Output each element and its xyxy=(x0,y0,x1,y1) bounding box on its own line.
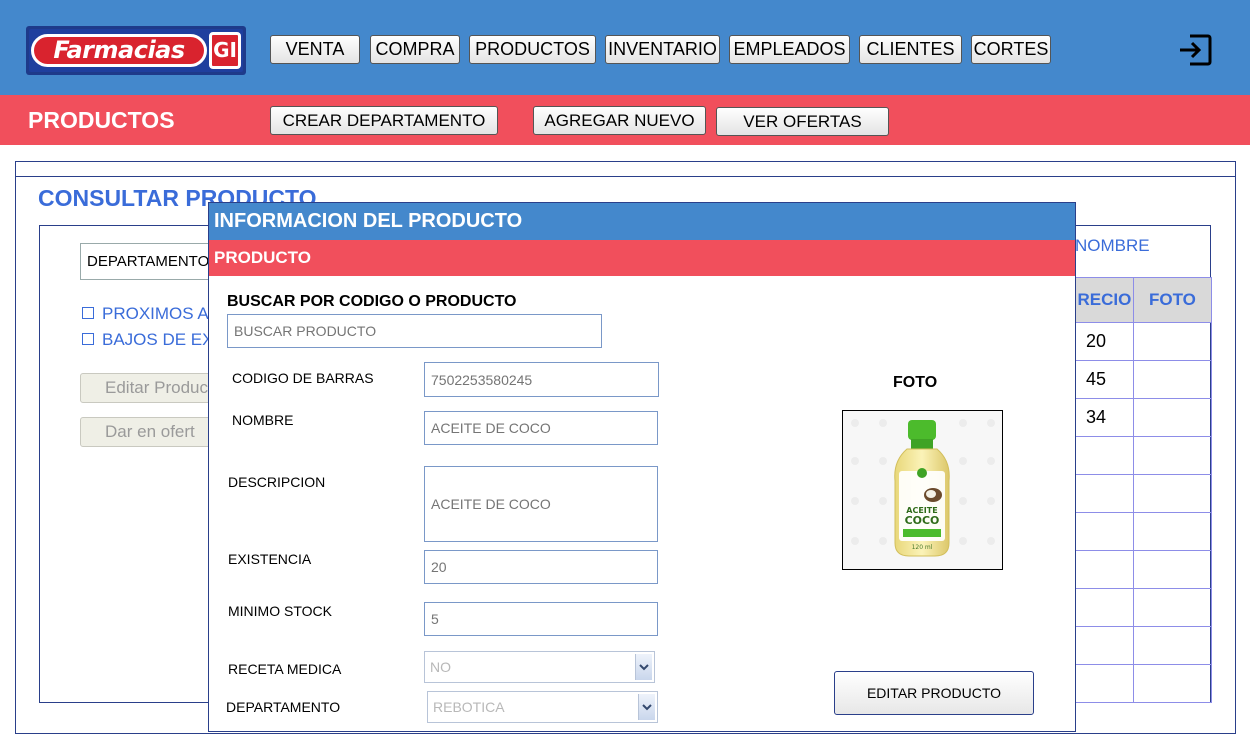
photo-cell xyxy=(1132,664,1213,703)
nav-empleados-button[interactable]: EMPLEADOS xyxy=(729,35,850,64)
price-cell xyxy=(1075,664,1134,703)
frame-divider xyxy=(16,176,1235,177)
nav-cortes-button[interactable]: CORTES xyxy=(971,35,1051,64)
barcode-field[interactable] xyxy=(424,362,659,397)
table-row[interactable]: 34 xyxy=(1075,398,1213,437)
table-row[interactable] xyxy=(1075,588,1213,627)
table-row[interactable] xyxy=(1075,436,1213,475)
price-cell xyxy=(1075,474,1134,513)
photo-cell xyxy=(1132,398,1213,437)
section-bar: PRODUCTOS CREAR DEPARTAMENTO AGREGAR NUE… xyxy=(0,95,1250,145)
search-input[interactable] xyxy=(227,314,602,348)
checkbox-box[interactable] xyxy=(82,332,94,345)
stock-field[interactable] xyxy=(424,550,658,584)
photo-cell xyxy=(1132,512,1213,551)
bottle-volume: 120 ml xyxy=(912,544,933,551)
nav-productos-button[interactable]: PRODUCTOS xyxy=(469,35,596,64)
department-label: DEPARTAMENTO xyxy=(226,699,341,715)
price-cell xyxy=(1075,626,1134,665)
price-cell xyxy=(1075,550,1134,589)
table-row[interactable] xyxy=(1075,664,1213,703)
photo-cell xyxy=(1132,550,1213,589)
photo-cell xyxy=(1132,626,1213,665)
barcode-label: CODIGO DE BARRAS xyxy=(232,370,374,386)
product-photo: ACEITE COCO 120 ml xyxy=(842,410,1003,570)
products-table: RECIO FOTO 20 45 34 xyxy=(1075,277,1213,703)
photo-cell xyxy=(1132,322,1213,361)
table-row[interactable]: 20 xyxy=(1075,322,1213,361)
nav-compra-button[interactable]: COMPRA xyxy=(370,35,460,64)
photo-cell xyxy=(1132,588,1213,627)
nav-inventario-button[interactable]: INVENTARIO xyxy=(605,35,720,64)
create-department-button[interactable]: CREAR DEPARTAMENTO xyxy=(270,106,498,135)
view-offers-button[interactable]: VER OFERTAS xyxy=(716,107,889,136)
price-cell: 20 xyxy=(1075,322,1134,361)
description-field[interactable] xyxy=(424,466,658,542)
nav-venta-button[interactable]: VENTA xyxy=(270,35,360,64)
expiring-checkbox[interactable]: PROXIMOS A xyxy=(82,304,209,324)
top-nav-bar: Farmacias GI VENTA COMPRA PRODUCTOS INVE… xyxy=(0,0,1250,95)
logout-icon[interactable] xyxy=(1178,33,1212,67)
price-cell xyxy=(1075,588,1134,627)
table-row[interactable] xyxy=(1075,626,1213,665)
edit-product-disabled-button[interactable]: Editar Produc xyxy=(80,373,220,403)
min-stock-field[interactable] xyxy=(424,602,658,636)
logo-text: Farmacias xyxy=(53,36,185,64)
modal-title: INFORMACION DEL PRODUCTO xyxy=(209,203,1075,240)
prescription-label: RECETA MEDICA xyxy=(228,661,342,677)
product-info-modal: INFORMACION DEL PRODUCTO PRODUCTO BUSCAR… xyxy=(208,202,1076,732)
table-row[interactable] xyxy=(1075,512,1213,551)
name-label: NOMBRE xyxy=(232,412,294,428)
give-offer-disabled-button[interactable]: Dar en ofert xyxy=(80,417,220,447)
stock-label: EXISTENCIA xyxy=(228,551,312,567)
column-header-photo[interactable]: FOTO xyxy=(1132,277,1213,323)
bottle-label-line2: COCO xyxy=(905,514,940,527)
expiring-label: PROXIMOS A xyxy=(102,304,209,323)
search-by-name-option[interactable]: NOMBRE xyxy=(1075,236,1150,256)
logo-pill: Farmacias xyxy=(31,34,207,67)
name-field[interactable] xyxy=(424,411,658,445)
min-stock-label: MINIMO STOCK xyxy=(228,603,332,619)
table-row[interactable] xyxy=(1075,550,1213,589)
photo-label: FOTO xyxy=(893,374,938,391)
search-label: BUSCAR POR CODIGO O PRODUCTO xyxy=(227,293,517,310)
logo-badge: GI xyxy=(209,32,241,69)
table-row[interactable] xyxy=(1075,474,1213,513)
prescription-select[interactable]: NO xyxy=(424,651,655,683)
coconut-oil-bottle-image: ACEITE COCO 120 ml xyxy=(843,411,1002,569)
chevron-down-icon xyxy=(642,704,652,711)
dropdown-arrow[interactable] xyxy=(635,654,652,680)
photo-cell xyxy=(1132,436,1213,475)
low-stock-checkbox[interactable]: BAJOS DE EX xyxy=(82,330,213,350)
price-cell xyxy=(1075,512,1134,551)
dropdown-arrow[interactable] xyxy=(638,694,655,720)
add-new-button[interactable]: AGREGAR NUEVO xyxy=(533,106,706,135)
logo-background: Farmacias GI xyxy=(29,29,243,72)
table-row[interactable]: 45 xyxy=(1075,360,1213,399)
chevron-down-icon xyxy=(639,664,649,671)
low-stock-label: BAJOS DE EX xyxy=(102,330,214,349)
photo-cell xyxy=(1132,360,1213,399)
price-cell: 34 xyxy=(1075,398,1134,437)
checkbox-box[interactable] xyxy=(82,306,94,319)
modal-subtitle: PRODUCTO xyxy=(209,240,1075,276)
column-header-price[interactable]: RECIO xyxy=(1075,277,1134,323)
edit-product-button[interactable]: EDITAR PRODUCTO xyxy=(834,671,1034,715)
photo-cell xyxy=(1132,474,1213,513)
price-cell xyxy=(1075,436,1134,475)
farmacias-logo[interactable]: Farmacias GI xyxy=(26,26,246,75)
prescription-value: NO xyxy=(430,659,451,675)
nav-clientes-button[interactable]: CLIENTES xyxy=(859,35,962,64)
description-label: DESCRIPCION xyxy=(228,474,326,490)
department-field-select[interactable]: REBOTICA xyxy=(427,691,658,723)
department-value: REBOTICA xyxy=(433,699,505,715)
price-cell: 45 xyxy=(1075,360,1134,399)
department-select[interactable]: DEPARTAMENTO xyxy=(80,243,220,280)
section-title: PRODUCTOS xyxy=(28,107,175,133)
